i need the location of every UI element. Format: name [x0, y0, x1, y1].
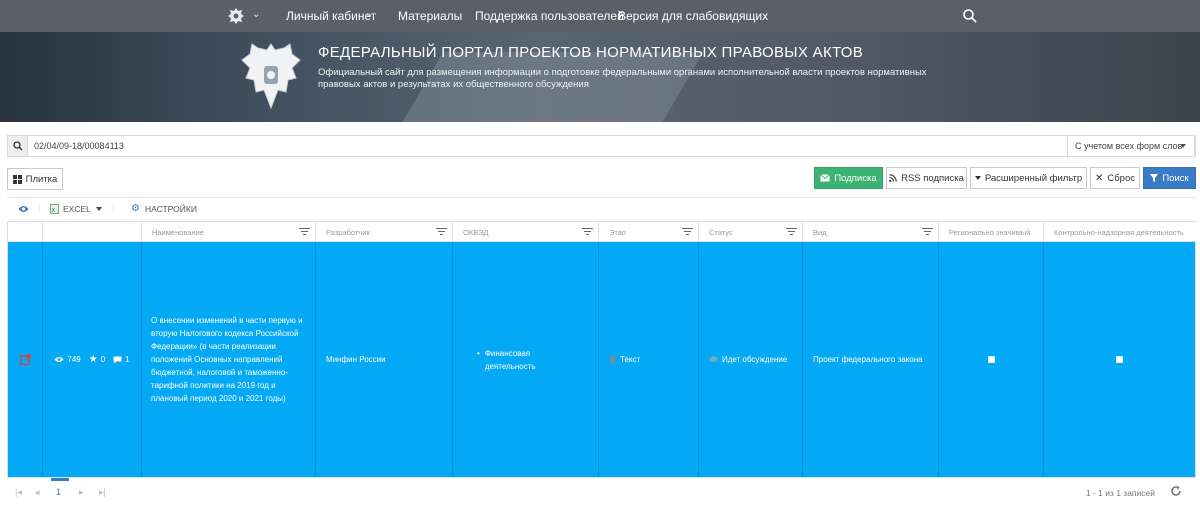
page-number[interactable]: 1 — [56, 487, 61, 497]
chevron-down-icon[interactable]: ⌄ — [365, 9, 373, 20]
control-checkbox[interactable] — [1116, 356, 1123, 363]
last-page-button[interactable]: ▸| — [99, 487, 106, 498]
stage-value: Текст — [620, 355, 641, 364]
filter-icon[interactable] — [299, 228, 310, 236]
gear-icon[interactable]: ⚙ — [131, 203, 140, 214]
word-forms-select-value: С учетом всех форм слов — [1075, 141, 1183, 151]
column-header-status[interactable]: Статус — [698, 222, 802, 242]
status-value: Идет обсуждение — [722, 355, 788, 364]
chevron-down-icon — [1180, 144, 1186, 148]
column-header-name[interactable]: Наименование — [141, 222, 315, 242]
current-page-indicator — [51, 478, 69, 481]
filter-icon — [1150, 174, 1159, 182]
excel-export-button[interactable]: EXCEL — [63, 204, 91, 214]
subscribe-button[interactable]: Подписка — [814, 167, 883, 189]
column-header-kind[interactable]: Вид — [802, 222, 938, 242]
word-forms-select[interactable]: С учетом всех форм слов — [1067, 135, 1195, 157]
filter-icon[interactable] — [436, 228, 447, 236]
svg-text:x: x — [52, 207, 56, 214]
nav-personal-account[interactable]: Личный кабинет — [286, 9, 376, 23]
table-header: Наименование Разработчик ОКВЭД Этап Стат… — [8, 221, 1197, 242]
kind-value: Проект федерального закона — [813, 355, 923, 364]
column-header-stage[interactable]: Этап — [598, 222, 698, 242]
nav-low-vision-version[interactable]: Версия для слабовидящих — [618, 9, 768, 23]
top-navigation: ⌄ Личный кабинет ⌄ Материалы Поддержка п… — [0, 0, 1200, 32]
table-row[interactable]: 749 ★ 0 1 О внесении изменений в части п… — [8, 242, 1195, 477]
developer-name: Минфин России — [326, 355, 386, 364]
prev-page-button[interactable]: ◂ — [35, 487, 40, 498]
tile-view-button[interactable]: Плитка — [7, 168, 63, 190]
star-icon[interactable]: ★ — [89, 354, 98, 365]
bullet-icon: • — [477, 348, 480, 358]
okved-value: Финансовая деятельность — [484, 348, 536, 371]
views-count: 749 — [67, 355, 81, 364]
column-header-okved[interactable]: ОКВЭД — [452, 222, 598, 242]
portal-title: ФЕДЕРАЛЬНЫЙ ПОРТАЛ ПРОЕКТОВ НОРМАТИВНЫХ … — [318, 44, 864, 61]
eye-icon — [54, 357, 64, 362]
russian-coat-of-arms-icon[interactable] — [226, 6, 246, 26]
open-link-icon[interactable] — [19, 354, 31, 365]
search-input[interactable] — [34, 138, 1014, 154]
records-info: 1 - 1 из 1 записей — [1085, 488, 1155, 498]
eye-icon[interactable] — [18, 205, 29, 213]
column-header-regional[interactable]: Регионально значимый — [938, 222, 1043, 242]
filter-icon[interactable] — [682, 228, 693, 236]
nav-user-support[interactable]: Поддержка пользователей — [475, 9, 624, 23]
search-icon[interactable] — [8, 136, 28, 156]
search-button[interactable]: Поиск — [1143, 167, 1196, 189]
comments-count: 1 — [125, 355, 130, 364]
close-icon: ✕ — [1094, 172, 1104, 184]
excel-icon[interactable]: x — [50, 204, 59, 214]
portal-subtitle: Официальный сайт для размещения информац… — [318, 67, 927, 90]
rss-subscribe-button[interactable]: RSS подписка — [886, 167, 967, 189]
search-bar: С учетом всех форм слов — [7, 135, 1196, 157]
project-name[interactable]: О внесении изменений в части первую и вт… — [151, 314, 306, 405]
search-icon[interactable] — [962, 8, 978, 24]
regional-checkbox[interactable] — [987, 356, 995, 363]
chevron-down-icon[interactable]: ⌄ — [252, 9, 260, 20]
settings-button[interactable]: НАСТРОЙКИ — [145, 204, 197, 214]
document-icon — [609, 355, 616, 364]
grid-toolbar: | x EXCEL | ⚙ НАСТРОЙКИ — [7, 197, 1196, 221]
reset-button[interactable]: ✕ Сброс — [1090, 167, 1140, 189]
caret-down-icon — [974, 176, 981, 180]
column-header-control[interactable]: Контрольно-надзорная деятельность — [1043, 222, 1195, 242]
chat-icon — [709, 356, 718, 362]
pagination: |◂ ◂ 1 ▸ ▸| 1 - 1 из 1 записей — [7, 477, 1196, 505]
filter-icon[interactable] — [786, 228, 797, 236]
nav-materials[interactable]: Материалы — [398, 9, 462, 23]
refresh-icon[interactable] — [1170, 485, 1182, 497]
column-header-developer[interactable]: Разработчик — [315, 222, 452, 242]
advanced-filter-button[interactable]: Расширенный фильтр — [970, 167, 1087, 189]
envelope-icon — [820, 174, 831, 182]
grid-icon — [12, 174, 22, 184]
comment-icon[interactable] — [113, 356, 122, 364]
first-page-button[interactable]: |◂ — [15, 487, 22, 498]
results-table: Наименование Разработчик ОКВЭД Этап Стат… — [7, 221, 1197, 477]
stars-count: 0 — [100, 355, 106, 364]
caret-down-icon[interactable] — [96, 207, 102, 211]
coat-of-arms-logo — [241, 43, 301, 110]
next-page-button[interactable]: ▸ — [79, 487, 84, 498]
rss-icon — [889, 174, 897, 182]
portal-banner: ФЕДЕРАЛЬНЫЙ ПОРТАЛ ПРОЕКТОВ НОРМАТИВНЫХ … — [0, 32, 1200, 122]
filter-icon[interactable] — [922, 228, 933, 236]
filter-icon[interactable] — [582, 228, 593, 236]
